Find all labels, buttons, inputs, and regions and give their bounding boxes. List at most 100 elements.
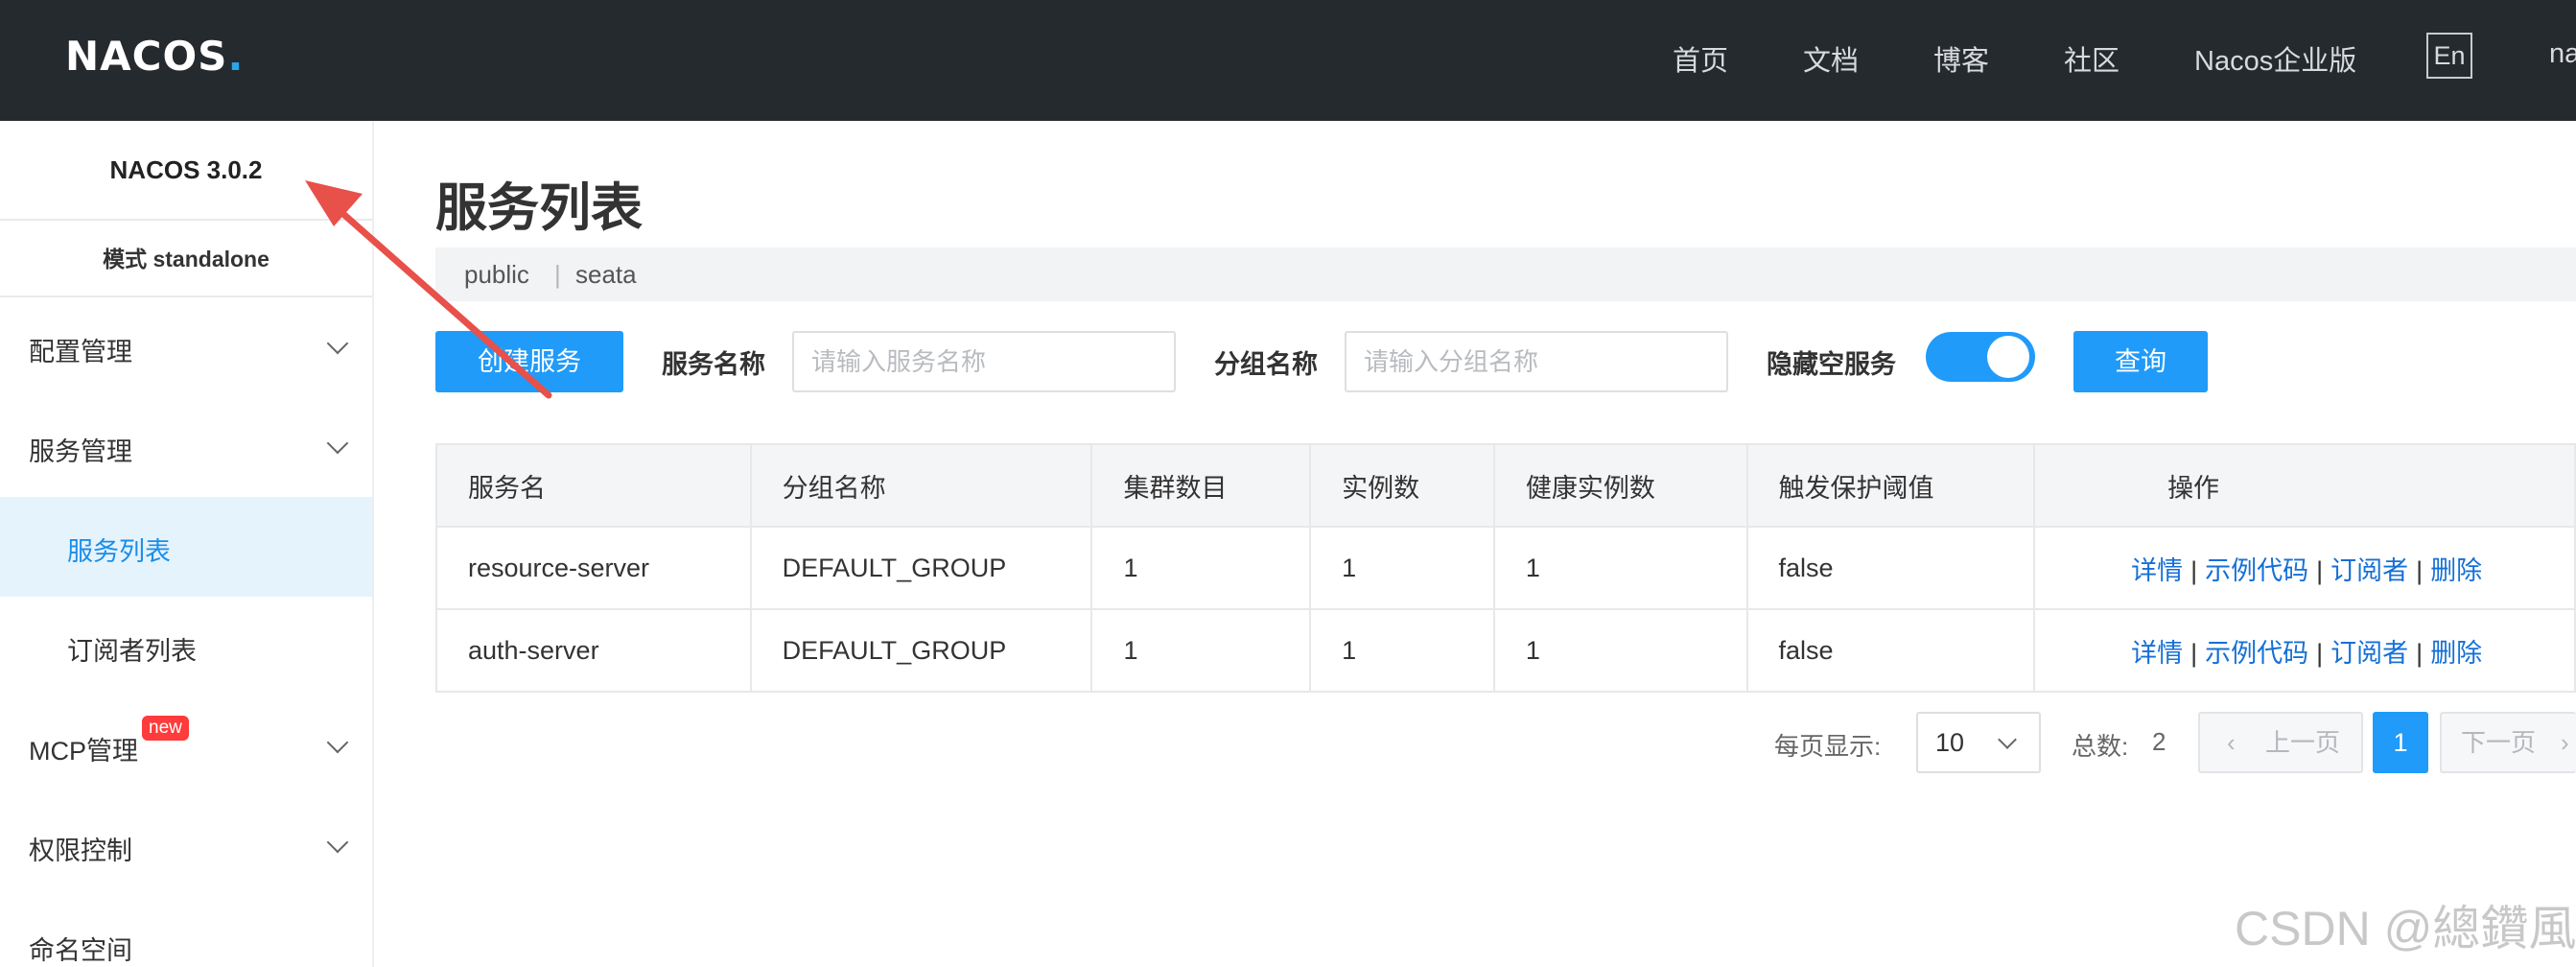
chevron-left-icon: ‹ xyxy=(2227,728,2236,757)
detail-link[interactable]: 详情 xyxy=(2131,639,2183,668)
per-page-label: 每页显示: xyxy=(1774,732,1882,761)
service-name-label: 服务名称 xyxy=(662,350,765,379)
chevron-down-icon xyxy=(326,432,349,455)
create-service-button[interactable]: 创建服务 xyxy=(435,331,623,392)
sidebar-item-config-management[interactable]: 配置管理 xyxy=(0,297,372,397)
column-header: 健康实例数 xyxy=(1492,443,1748,528)
sidebar-item-label: 配置管理 xyxy=(29,338,132,366)
chevron-down-icon xyxy=(326,332,349,355)
cell-protect-threshold: false xyxy=(1745,526,2036,610)
sidebar: NACOS 3.0.2 模式 standalone 配置管理 服务管理 服务列表… xyxy=(0,121,374,967)
sidebar-item-namespace[interactable]: 命名空间 xyxy=(0,896,372,967)
chevron-down-icon xyxy=(326,731,349,754)
subscribers-link[interactable]: 订阅者 xyxy=(2330,639,2408,668)
delete-link[interactable]: 删除 xyxy=(2430,639,2482,668)
chevron-down-icon xyxy=(326,831,349,854)
cell-group-name: DEFAULT_GROUP xyxy=(749,526,1093,610)
action-separator: | xyxy=(2416,555,2424,585)
nav-home[interactable]: 首页 xyxy=(1673,38,1728,79)
language-switch-button[interactable]: En xyxy=(2426,33,2472,79)
nacos-logo[interactable]: NACOS. xyxy=(65,33,245,80)
table-header-row: 服务名 分组名称 集群数目 实例数 健康实例数 触发保护阈值 操作 xyxy=(435,443,2576,528)
logo-text-part1: NA xyxy=(65,33,132,80)
cell-instance-count: 1 xyxy=(1309,608,1495,693)
cell-actions: 详情 | 示例代码 | 订阅者 | 删除 xyxy=(2033,608,2576,693)
action-group: 详情 | 示例代码 | 订阅者 | 删除 xyxy=(2035,632,2574,670)
mode-label: 模式 standalone xyxy=(0,221,372,297)
version-label: NACOS 3.0.2 xyxy=(0,121,372,221)
total-value: 2 xyxy=(2152,727,2166,756)
total-label: 总数: xyxy=(2072,732,2129,761)
cell-group-name: DEFAULT_GROUP xyxy=(749,608,1093,693)
cell-healthy-count: 1 xyxy=(1492,608,1748,693)
chevron-down-icon xyxy=(1998,730,2017,749)
new-badge: new xyxy=(142,716,189,741)
cell-actions: 详情 | 示例代码 | 订阅者 | 删除 xyxy=(2033,526,2576,610)
column-header-label: 操作 xyxy=(2167,473,2220,503)
prev-page-button[interactable]: ‹ 上一页 xyxy=(2198,712,2363,773)
action-separator: | xyxy=(2416,638,2424,668)
next-page-button[interactable]: 下一页 › xyxy=(2440,712,2576,773)
logo-text-part2: COS xyxy=(131,33,228,80)
sidebar-item-label: 命名空间 xyxy=(29,936,132,965)
sidebar-item-mcp-management[interactable]: MCP管理 new xyxy=(0,696,372,796)
action-separator: | xyxy=(2316,555,2324,585)
cell-service-name: resource-server xyxy=(435,526,752,610)
sidebar-item-subscriber-list[interactable]: 订阅者列表 xyxy=(0,597,372,696)
action-separator: | xyxy=(2316,638,2324,668)
column-header: 分组名称 xyxy=(749,443,1093,528)
cell-service-name: auth-server xyxy=(435,608,752,693)
hide-empty-toggle[interactable] xyxy=(1926,332,2035,382)
breadcrumb-namespace[interactable]: public xyxy=(464,260,529,290)
sidebar-item-label: 服务管理 xyxy=(29,437,132,466)
nav-community[interactable]: 社区 xyxy=(2064,38,2119,79)
next-page-label: 下一页 xyxy=(2461,728,2537,757)
nav-blog[interactable]: 博客 xyxy=(1933,38,1989,79)
watermark: CSDN @總鑽風 xyxy=(2235,902,2576,955)
column-header: 实例数 xyxy=(1309,443,1495,528)
sidebar-item-label: 订阅者列表 xyxy=(67,637,197,666)
cell-healthy-count: 1 xyxy=(1492,526,1748,610)
sidebar-item-label: 服务列表 xyxy=(67,537,171,566)
cell-cluster-count: 1 xyxy=(1090,526,1312,610)
prev-page-label: 上一页 xyxy=(2265,728,2341,757)
group-name-input[interactable] xyxy=(1345,331,1728,392)
column-header: 操作 xyxy=(2033,443,2576,528)
cell-protect-threshold: false xyxy=(1745,608,2036,693)
logo-dot: . xyxy=(227,33,245,80)
service-table: 服务名 分组名称 集群数目 实例数 健康实例数 触发保护阈值 操作 resour… xyxy=(435,443,2576,693)
cell-cluster-count: 1 xyxy=(1090,608,1312,693)
table-row: resource-server DEFAULT_GROUP 1 1 1 fals… xyxy=(435,526,2576,610)
cell-instance-count: 1 xyxy=(1309,526,1495,610)
sidebar-item-service-list[interactable]: 服务列表 xyxy=(0,497,372,597)
sidebar-item-label: MCP管理 xyxy=(29,737,138,766)
breadcrumb-separator: | xyxy=(554,260,561,289)
sidebar-item-access-control[interactable]: 权限控制 xyxy=(0,796,372,896)
detail-link[interactable]: 详情 xyxy=(2131,556,2183,585)
breadcrumb-current: seata xyxy=(575,260,637,289)
hide-empty-label: 隐藏空服务 xyxy=(1767,350,1896,379)
action-group: 详情 | 示例代码 | 订阅者 | 删除 xyxy=(2035,550,2574,587)
nav-docs[interactable]: 文档 xyxy=(1803,38,1859,79)
service-name-input[interactable] xyxy=(792,331,1176,392)
column-header: 触发保护阈值 xyxy=(1745,443,2036,528)
sample-code-link[interactable]: 示例代码 xyxy=(2205,556,2308,585)
sidebar-item-service-management[interactable]: 服务管理 xyxy=(0,397,372,497)
chevron-right-icon: › xyxy=(2561,728,2569,757)
nav-enterprise[interactable]: Nacos企业版 xyxy=(2194,38,2356,79)
page-number-current[interactable]: 1 xyxy=(2373,712,2428,773)
action-separator: | xyxy=(2190,638,2198,668)
sample-code-link[interactable]: 示例代码 xyxy=(2205,639,2308,668)
per-page-value: 10 xyxy=(1935,728,1965,757)
per-page-select[interactable]: 10 xyxy=(1916,712,2041,773)
user-menu[interactable]: na xyxy=(2549,38,2576,70)
delete-link[interactable]: 删除 xyxy=(2430,556,2482,585)
subscribers-link[interactable]: 订阅者 xyxy=(2330,556,2408,585)
query-button[interactable]: 查询 xyxy=(2073,331,2208,392)
sidebar-item-label: 权限控制 xyxy=(29,837,132,865)
toggle-knob xyxy=(1987,336,2029,378)
column-header: 服务名 xyxy=(435,443,752,528)
table-row: auth-server DEFAULT_GROUP 1 1 1 false 详情… xyxy=(435,608,2576,693)
top-navbar: NACOS. 首页 文档 博客 社区 Nacos企业版 En na xyxy=(0,0,2576,121)
group-name-label: 分组名称 xyxy=(1214,350,1318,379)
